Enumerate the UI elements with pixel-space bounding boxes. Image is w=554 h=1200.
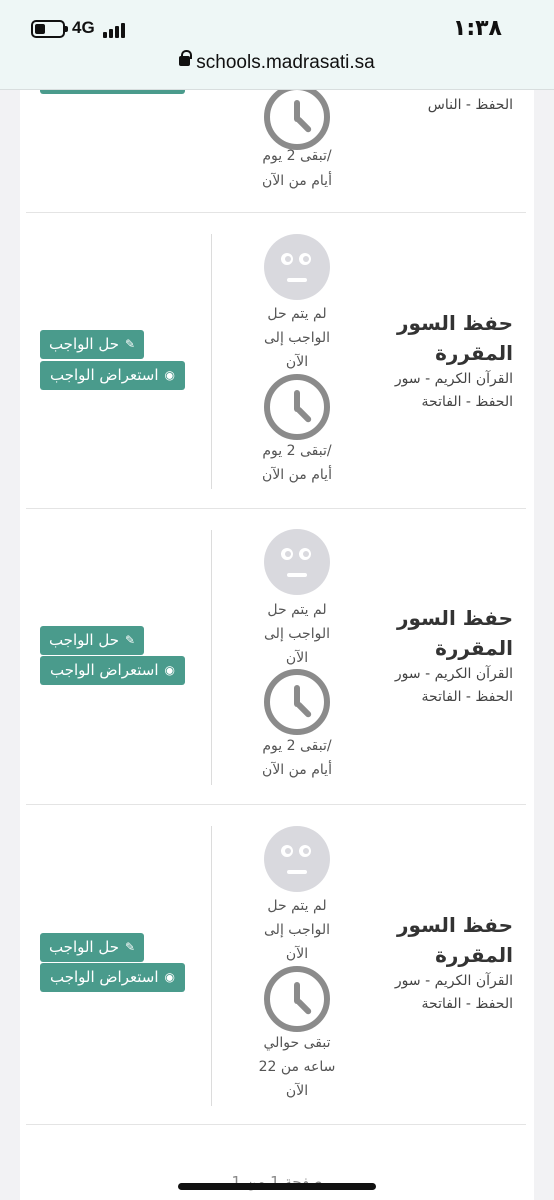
url-bar[interactable]: schools.madrasati.sa [0,50,554,78]
solve-label: حل الواجب [48,938,119,956]
remaining-line-2: أيام من الآن [262,762,332,778]
pencil-square-icon: ✎ [125,633,136,647]
face-icon [264,234,330,300]
clock-icon [264,669,330,735]
clock-icon [264,374,330,440]
solve-assignment-button[interactable]: حل الواجب ✎ [40,933,144,962]
assignment-subtitle-line-2: الحفظ - الفاتحة [421,996,513,1012]
view-assignment-button[interactable]: استعراض الواجب ◉ [40,361,185,390]
remaining-line-2: 22 ساعه من [258,1059,336,1075]
assignment-title-line-2: المقررة [435,341,513,365]
assignment-subtitle-line-2: الحفظ - الفاتحة [421,689,513,705]
assignment-subtitle-line-2: الحفظ - الفاتحة [421,394,513,410]
assignment-subtitle: الحفظ - الناس [427,97,513,113]
status-line-1: لم يتم حل [267,602,327,618]
clock-icon [264,966,330,1032]
signal-icon [103,22,129,38]
assignment-title-line-1: حفظ السور [397,913,513,937]
assignment-row: حفظ السور المقررة القرآن الكريم - سور ال… [26,805,526,1125]
remaining-line-1: تبقى 2 يوم/ [262,738,332,754]
browser-top-bar: 4G ١:٣٨ schools.madrasati.sa [0,0,554,90]
status-line-2: الواجب إلى [264,922,330,938]
status-line-3: الآن [285,354,309,370]
view-label: استعراض الواجب [50,661,159,679]
solve-label: حل الواجب [48,631,119,649]
clock-icon [264,84,330,150]
remaining-line-2: أيام من الآن [262,173,332,189]
assignment-title-line-2: المقررة [435,943,513,967]
network-label: 4G [72,18,95,37]
view-assignment-button[interactable]: استعراض الواجب ◉ [40,656,185,685]
url-text: schools.madrasati.sa [196,52,375,73]
solve-label: حل الواجب [48,335,119,353]
assignment-title-line-2: المقررة [435,636,513,660]
solve-assignment-button[interactable]: حل الواجب ✎ [40,330,144,359]
battery-icon [31,20,68,38]
lock-icon [179,50,193,69]
status-line-3: الآن [285,650,309,666]
column-divider [211,530,212,785]
status-time: ١:٣٨ [452,16,502,41]
pencil-square-icon: ✎ [125,940,136,954]
eye-icon: ◉ [164,663,175,677]
assignment-row: حفظ السور المقررة القرآن الكريم - سور ال… [26,213,526,509]
face-icon [264,826,330,892]
view-assignment-button[interactable]: استعراض الواجب ◉ [40,963,185,992]
assignments-card: الحفظ - الناس تبقى 2 يوم/ أيام من الآن ح… [20,60,534,1200]
eye-icon: ◉ [164,368,175,382]
column-divider [211,234,212,489]
status-bar: 4G ١:٣٨ [0,16,554,44]
status-line-3: الآن [285,946,309,962]
remaining-line-3: الآن [285,1083,309,1099]
pencil-square-icon: ✎ [125,337,136,351]
assignment-row: حفظ السور المقررة القرآن الكريم - سور ال… [26,509,526,805]
status-line-2: الواجب إلى [264,626,330,642]
view-label: استعراض الواجب [50,366,159,384]
face-icon [264,529,330,595]
view-label: استعراض الواجب [50,968,159,986]
assignment-title-line-1: حفظ السور [397,606,513,630]
eye-icon: ◉ [164,970,175,984]
status-line-2: الواجب إلى [264,330,330,346]
remaining-line-1: تبقى 2 يوم/ [262,443,332,459]
solve-assignment-button[interactable]: حل الواجب ✎ [40,626,144,655]
remaining-line-1: تبقى حوالي [263,1035,331,1051]
status-line-1: لم يتم حل [267,898,327,914]
remaining-line-2: أيام من الآن [262,467,332,483]
remaining-line-1: تبقى 2 يوم/ [262,148,332,164]
assignment-title-line-1: حفظ السور [397,311,513,335]
column-divider [211,826,212,1106]
home-indicator[interactable] [178,1183,376,1190]
status-line-1: لم يتم حل [267,306,327,322]
